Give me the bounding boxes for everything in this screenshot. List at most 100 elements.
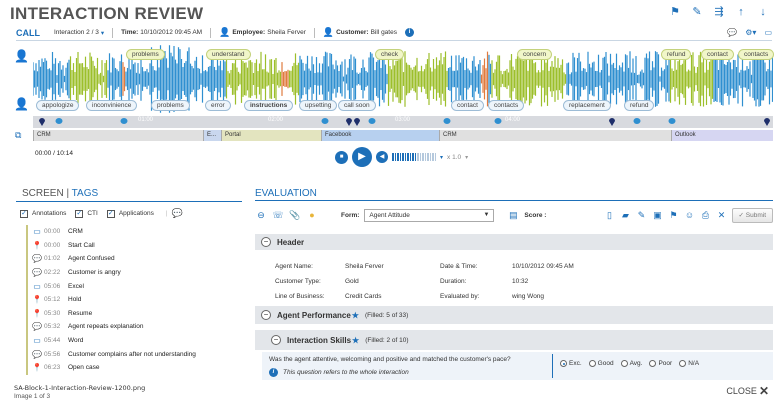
minimize-icon[interactable]: ▭ [764,28,772,37]
tag-list-item[interactable]: ▭ 05:06 Excel [26,279,236,293]
interaction-skills-section[interactable]: − Interaction Skills ★ (Filled: 2 of 10) [255,330,773,350]
answer-option[interactable]: N/A [679,360,699,367]
cti-checkbox[interactable]: ✓ [75,209,84,218]
customer-keyword[interactable]: instructions [244,100,294,111]
applications-checkbox[interactable]: ✓ [106,209,115,218]
answer-option[interactable]: Avg. [620,360,642,367]
form-select[interactable]: Agent Attitude ▼ [364,208,495,222]
play-button[interactable]: ▶ [352,147,372,167]
arrow-down-icon[interactable]: ↓ [757,6,769,18]
comment-icon[interactable] [368,117,376,126]
comment-icon[interactable]: 💬 [727,28,737,37]
volume-icon[interactable]: ◀ [376,151,388,163]
add-comment-icon[interactable]: 💬 [172,208,183,219]
chevron-down-icon[interactable]: ▾ [440,154,443,161]
share-icon[interactable]: ⇶ [713,6,725,18]
agent-keyword[interactable]: contact [701,49,734,60]
agent-keyword[interactable]: check [375,49,404,60]
agent-keyword[interactable]: concern [517,49,553,60]
customer-keyword[interactable]: contacts [488,100,525,111]
agent-keyword[interactable]: refund [661,49,692,60]
stop-button[interactable]: ■ [335,150,348,164]
print-icon[interactable]: ⎙ [700,210,712,221]
comment-icon[interactable] [633,117,641,126]
flag-icon[interactable]: ⚑ [668,210,680,221]
tag-list-item[interactable]: ▭ 00:00 CRM [26,225,236,239]
users-icon[interactable]: ☺ [684,210,696,220]
radio-button[interactable] [649,360,657,367]
collapse-icon[interactable]: − [271,335,281,345]
info-icon[interactable]: i [269,368,278,377]
close-button[interactable]: CLOSE ✕ [726,384,769,398]
close-icon[interactable]: ✕ [716,210,728,221]
calculator-icon[interactable]: ▤ [507,210,519,221]
comment-icon[interactable] [443,117,451,126]
edit-icon[interactable]: ✎ [636,210,648,221]
segment[interactable]: Outlook [671,130,773,141]
flag-icon[interactable]: ⚑ [669,6,681,18]
agent-keyword[interactable]: problems [126,49,165,60]
segment[interactable]: Facebook [321,130,439,141]
arrow-up-icon[interactable]: ↑ [735,6,747,18]
customer-keyword[interactable]: inconvinience [86,100,138,111]
speed-selector[interactable]: x 1.0 [447,154,461,161]
tag-list-item[interactable]: 💬 02:22 Customer is angry [26,265,236,280]
radio-button[interactable] [679,360,687,367]
audio-waveform[interactable]: problems understand check concern refund… [33,44,775,116]
header-section[interactable]: − Header [255,234,773,250]
answer-option[interactable]: Good [588,360,614,367]
tag-list-item[interactable]: ▭ 05:44 Word [26,333,236,348]
info-icon[interactable]: i [404,28,414,37]
comment-icon[interactable] [55,117,63,126]
collapse-icon[interactable]: − [261,237,271,247]
timeline-ruler[interactable]: 01:00 02:00 03:00 04:00 [33,116,773,128]
comment-icon[interactable] [120,117,128,126]
note-icon[interactable]: ● [306,210,318,220]
phone-icon[interactable]: ☏ [272,210,284,221]
radio-button[interactable] [560,360,567,367]
customer-keyword[interactable]: error [205,100,231,111]
customer-keyword[interactable]: refund [624,100,655,111]
edit-icon[interactable]: ✎ [691,6,703,18]
folder-icon[interactable]: ▰ [620,210,632,221]
customer-keyword[interactable]: problems [151,100,190,111]
tag-list-item[interactable]: 💬 05:56 Customer complains after not under… [26,347,236,361]
segment[interactable]: CRM [439,130,671,141]
tag-list-item[interactable]: 💬 01:02 Agent Confused [26,252,236,266]
agent-performance-section[interactable]: − Agent Performance ★ (Filled: 5 of 33) [255,306,773,324]
attachment-icon[interactable]: 📎 [289,210,301,221]
collapse-icon[interactable]: − [261,310,271,320]
gear-icon[interactable]: ⚙▾ [745,28,756,37]
answer-option[interactable]: Poor [649,360,672,367]
comment-icon[interactable] [494,117,502,126]
tag-list-item[interactable]: 📍 06:23 Open case [26,360,236,375]
radio-button[interactable] [620,360,628,367]
pin-icon[interactable] [38,117,46,126]
segment[interactable]: Portal [221,130,321,141]
comment-icon[interactable] [321,117,329,126]
segment[interactable]: E... [203,130,221,141]
segment[interactable]: CRM [33,130,203,141]
tag-list-item[interactable]: 📍 05:12 Hold [26,292,236,307]
tag-list-item[interactable]: 📍 05:30 Resume [26,306,236,321]
tab-screen[interactable]: SCREEN [22,188,64,199]
customer-keyword[interactable]: contact [451,100,484,111]
interaction-selector[interactable]: Interaction 2 / 3 ▾ [54,29,104,37]
volume-slider[interactable] [392,153,436,161]
customer-keyword[interactable]: appologize [36,100,80,111]
customer-keyword[interactable]: upsetting [299,100,338,111]
agent-keyword[interactable]: understand [206,49,251,60]
document-icon[interactable]: ▯ [604,210,616,221]
chevron-down-icon[interactable]: ▾ [465,154,468,161]
customer-keyword[interactable]: replacement [563,100,611,111]
submit-button[interactable]: ✓ Submit [731,207,773,223]
pin-icon[interactable] [608,117,616,126]
annotations-checkbox[interactable]: ✓ [20,209,28,218]
agent-keyword[interactable]: contacts [738,49,775,60]
tag-list-item[interactable]: 📍 00:00 Start Call [26,238,236,253]
pin-icon[interactable] [353,117,361,126]
tab-tags[interactable]: TAGS [72,188,98,199]
pin-icon[interactable] [763,117,771,126]
save-icon[interactable]: ▣ [652,210,664,221]
collapse-all-icon[interactable]: ⊖ [255,210,267,221]
